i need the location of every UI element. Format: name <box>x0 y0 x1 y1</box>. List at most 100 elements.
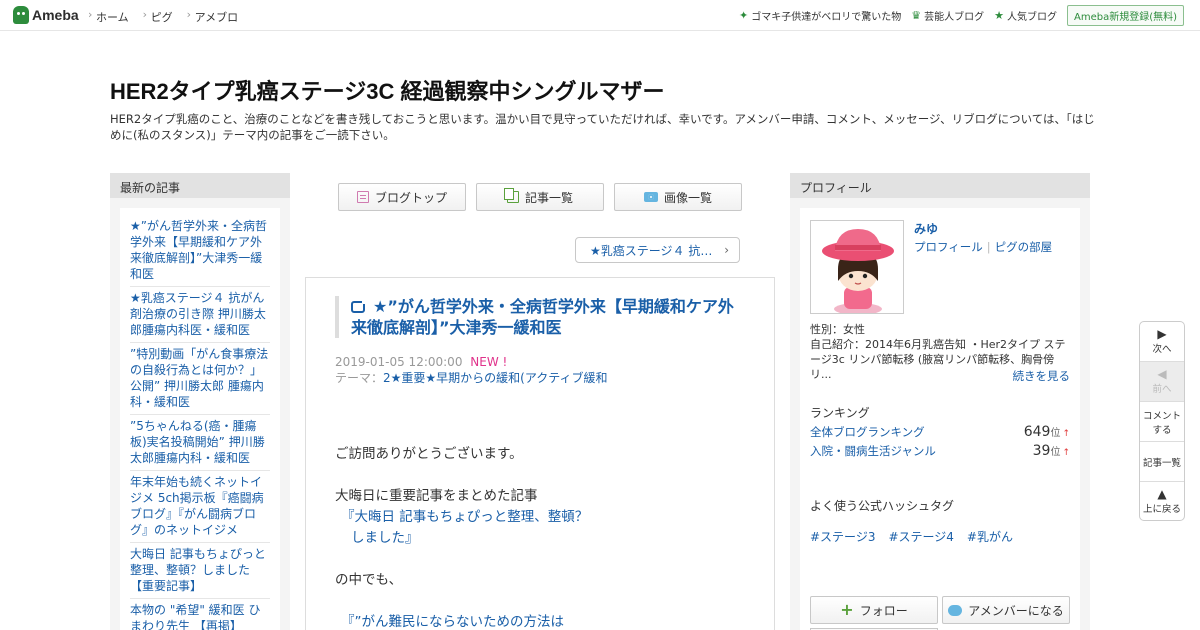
amember-button[interactable]: アメンバーになる <box>942 596 1070 624</box>
blog-top-label: ブログトップ <box>374 190 447 205</box>
comment-button[interactable]: コメント する <box>1140 402 1184 442</box>
recent-article-link[interactable]: ”5ちゃんねる(癌・腫瘍板)実名投稿開始” 押川勝太郎腫瘍内科・緩和医 <box>130 418 270 466</box>
article-body: ご訪問ありがとうございます。 大晦日に重要記事をまとめた記事 『大晦日 記事もち… <box>335 444 755 630</box>
ameba-logo-text: Ameba <box>32 7 79 23</box>
article-title[interactable]: ★”がん哲学外来・全病哲学外来【早期緩和ケア外来徹底解剖】”大津秀一緩和医 <box>351 296 745 338</box>
body-paragraph: の中でも、 <box>335 572 403 588</box>
previous-article-nav-button[interactable]: ◀ 前へ <box>1140 362 1184 402</box>
next-article-button[interactable]: ▶ 次へ <box>1140 322 1184 362</box>
genre-ranking-link[interactable]: 入院・闘病生活ジャンル <box>810 443 936 459</box>
recent-article-link[interactable]: 年末年始も続くネットイジメ 5ch掲示板『癌闘病ブログ』『がん闘病ブログ』のネッ… <box>130 474 270 538</box>
celebrity-blog-link[interactable]: ♛ 芸能人ブログ <box>911 8 984 23</box>
list-item: ★乳癌ステージ４ 抗がん剤治療の引き際 押川勝太郎腫瘍内科医・緩和医 <box>130 287 270 343</box>
new-badge: NEW ! <box>470 355 508 369</box>
recent-article-link[interactable]: 大晦日 記事もちょぴっと整理、整頓？しました【重要記事】 <box>130 546 270 594</box>
article-title-text: ★”がん哲学外来・全病哲学外来【早期緩和ケア外来徹底解剖】”大津秀一緩和医 <box>351 297 734 337</box>
image-list-label: 画像一覧 <box>663 190 712 205</box>
trending-link-label: ゴマキ子供達がベロリで驚いた物 <box>751 12 902 23</box>
list-item: 年末年始も続くネットイジメ 5ch掲示板『癌闘病ブログ』『がん闘病ブログ』のネッ… <box>130 471 270 543</box>
profile-gender: 性別：女性 <box>810 323 865 336</box>
follow-label: フォロー <box>859 603 908 618</box>
nav-pigg[interactable]: ピグ <box>143 8 173 25</box>
top-nav: ホーム ピグ アメブロ <box>88 8 238 25</box>
body-paragraph: 大晦日に重要記事をまとめた記事 <box>335 488 538 504</box>
blog-title[interactable]: HER2タイプ乳癌ステージ3C 経過観察中シングルマザー <box>110 74 664 106</box>
hashtag-link[interactable]: #ステージ3 <box>810 528 875 545</box>
blog-description: HER2タイプ乳癌のこと、治療のことなどを書き残しておこうと思います。温かい目で… <box>110 112 1095 142</box>
body-paragraph: ご訪問ありがとうございます。 <box>335 446 523 462</box>
hashtag-heading: よく使う公式ハッシュタグ <box>810 499 955 513</box>
comment-label-2: する <box>1152 424 1172 436</box>
recent-article-link[interactable]: 本物の "希望" 緩和医 ひまわり先生 【再掲】 <box>130 602 270 630</box>
profile-box: みゆ プロフィール | ピグの部屋 性別：女性 自己紹介：2014年6月乳癌告知 ・… <box>800 208 1080 630</box>
celebrity-blog-label: 芸能人ブログ <box>924 12 985 23</box>
side-article-list-button[interactable]: 記事一覧 <box>1140 442 1184 482</box>
ranking-heading: ランキング <box>810 406 870 420</box>
play-right-icon: ▶ <box>1157 327 1167 341</box>
quoted-article-link[interactable]: 『大晦日 記事もちょぴっと整理、整頓？ しました』 <box>335 507 755 549</box>
reblog-icon <box>351 299 367 313</box>
top-right-links: ✦ ゴマキ子供達がベロリで驚いた物 ♛ 芸能人ブログ ★ 人気ブログ Ameba… <box>739 5 1184 26</box>
list-item: ”特別動画「がん食事療法の自殺行為とは何か？」公開” 押川勝太郎 腫瘍内科・緩和… <box>130 343 270 415</box>
recent-article-link[interactable]: ★乳癌ステージ４ 抗がん剤治療の引き際 押川勝太郎腫瘍内科医・緩和医 <box>130 290 270 338</box>
recent-articles-panel: 最新の記事 ★”がん哲学外来・全病哲学外来【早期緩和ケア外来徹底解剖】”大津秀一… <box>110 173 290 630</box>
rank-up-icon: ↑ <box>1062 429 1070 439</box>
triangle-up-icon: ▲ <box>1157 486 1167 501</box>
register-button[interactable]: Ameba新規登録(無料) <box>1066 5 1184 26</box>
article-meta: 2019-01-05 12:00:00 NEW ! テーマ：2★重要★早期からの… <box>335 354 608 386</box>
side-list-label: 記事一覧 <box>1142 457 1181 469</box>
star-icon: ★ <box>994 9 1004 22</box>
hashtag-link[interactable]: #ステージ4 <box>888 528 953 545</box>
chevron-right-icon: › <box>724 243 729 257</box>
recent-article-link[interactable]: ★”がん哲学外来・全病哲学外来【早期緩和ケア外来徹底解剖】”大津秀一緩和医 <box>130 218 270 282</box>
ranking-row: 入院・闘病生活ジャンル 39位 ↑ <box>810 443 1070 459</box>
follow-button[interactable]: + フォロー <box>810 596 938 624</box>
top-label: 上に戻る <box>1142 503 1181 515</box>
profile-heading: プロフィール <box>790 173 1090 198</box>
back-to-top-button[interactable]: ▲ 上に戻る <box>1140 482 1184 520</box>
popular-blog-label: 人気ブログ <box>1006 12 1057 23</box>
blog-top-button[interactable]: ブログトップ <box>338 183 466 211</box>
previous-article-label: ★乳癌ステージ４ 抗… <box>590 243 713 258</box>
image-list-button[interactable]: 画像一覧 <box>614 183 742 211</box>
trending-link[interactable]: ✦ ゴマキ子供達がベロリで驚いた物 <box>739 8 901 23</box>
avatar[interactable] <box>810 220 904 314</box>
list-item: 本物の "希望" 緩和医 ひまわり先生 【再掲】 <box>130 599 270 630</box>
profile-link[interactable]: プロフィール <box>914 240 983 254</box>
read-more-link[interactable]: 続きを見る <box>1013 368 1071 384</box>
overall-ranking-link[interactable]: 全体ブログランキング <box>810 424 925 440</box>
previous-article-button[interactable]: ★乳癌ステージ４ 抗… › <box>575 237 740 263</box>
follow-buttons: + フォロー アメンバーになる <box>810 596 1070 624</box>
article-theme-link[interactable]: 2★重要★早期からの緩和(アクティブ緩和 <box>383 371 608 385</box>
chat-bubble-icon <box>948 604 963 616</box>
article-date: 2019-01-05 12:00:00 <box>335 355 463 369</box>
main-content: ブログトップ 記事一覧 画像一覧 ★乳癌ステージ４ 抗… › ★”がん哲学外来・… <box>305 173 775 630</box>
hashtag-link[interactable]: #乳がん <box>967 528 1013 545</box>
camera-icon <box>643 192 658 202</box>
ameba-logo[interactable]: Ameba <box>13 6 79 24</box>
article-title-block: ★”がん哲学外来・全病哲学外来【早期緩和ケア外来徹底解剖】”大津秀一緩和医 <box>335 296 745 338</box>
play-left-icon: ◀ <box>1157 367 1167 381</box>
theme-label: テーマ： <box>335 371 384 385</box>
comment-label-1: コメント <box>1142 410 1181 422</box>
list-item: ★”がん哲学外来・全病哲学外来【早期緩和ケア外来徹底解剖】”大津秀一緩和医 <box>130 218 270 287</box>
recent-articles-list: ★”がん哲学外来・全病哲学外来【早期緩和ケア外来徹底解剖】”大津秀一緩和医 ★乳… <box>130 218 270 630</box>
recent-article-link[interactable]: ”特別動画「がん食事療法の自殺行為とは何か？」公開” 押川勝太郎 腫瘍内科・緩和… <box>130 346 270 410</box>
document-icon <box>356 191 369 203</box>
profile-name[interactable]: みゆ <box>914 220 938 237</box>
profile-panel: プロフィール みゆ プロフィール | ピグの部屋 性別：女性 自己紹介：2014… <box>790 173 1090 630</box>
genre-rank: 39位 ↑ <box>1032 443 1070 459</box>
recent-articles-box: ★”がん哲学外来・全病哲学外来【早期緩和ケア外来徹底解剖】”大津秀一緩和医 ★乳… <box>120 208 280 630</box>
nav-ameblo[interactable]: アメブロ <box>187 8 238 25</box>
next-label: 次へ <box>1152 344 1172 355</box>
popular-blog-link[interactable]: ★ 人気ブログ <box>994 8 1057 23</box>
pigg-room-link[interactable]: ピグの部屋 <box>995 240 1053 254</box>
overall-rank: 649位 ↑ <box>1023 424 1070 440</box>
nav-home[interactable]: ホーム <box>88 8 129 25</box>
article-list-button[interactable]: 記事一覧 <box>476 183 604 211</box>
global-header: Ameba ホーム ピグ アメブロ ✦ ゴマキ子供達がベロリで驚いた物 ♛ 芸能… <box>0 0 1200 31</box>
crown-icon: ♛ <box>911 9 922 22</box>
plus-icon: + <box>840 600 854 619</box>
quoted-article-link[interactable]: 『”がん難民にならないための方法は <box>335 612 755 630</box>
list-item: ”5ちゃんねる(癌・腫瘍板)実名投稿開始” 押川勝太郎腫瘍内科・緩和医 <box>130 415 270 471</box>
